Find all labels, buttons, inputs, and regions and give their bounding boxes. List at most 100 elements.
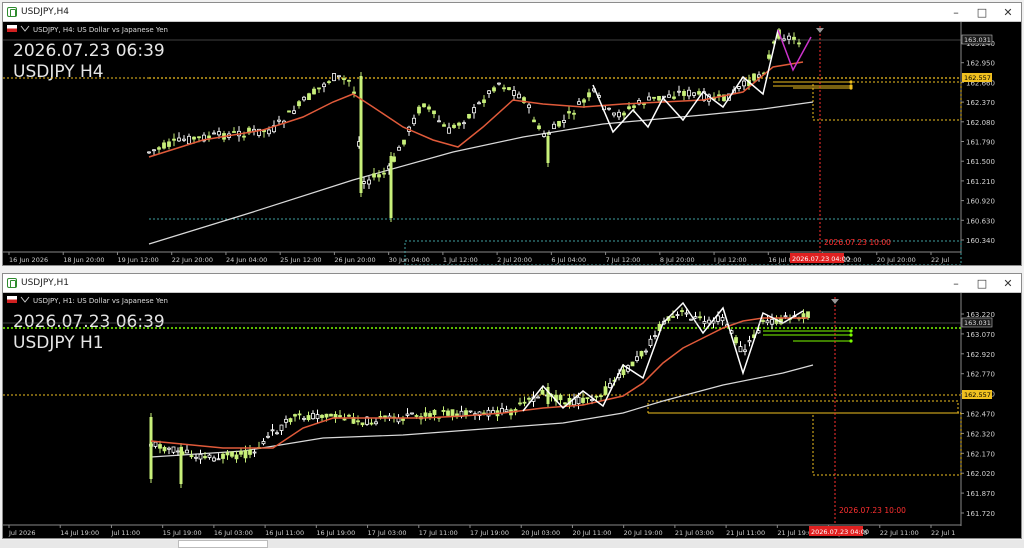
candle-body [590, 399, 594, 402]
price-label: 161.870 [966, 490, 995, 498]
candle-body [630, 361, 635, 367]
candle-body [320, 414, 324, 418]
bottom-tab[interactable] [178, 540, 268, 548]
candle-body [432, 110, 436, 115]
candle-body [212, 457, 216, 462]
candle-body [648, 338, 653, 346]
price-label: 160.340 [966, 237, 995, 245]
candle-body [266, 435, 270, 438]
candle-body [737, 86, 741, 89]
candle-body [482, 99, 486, 103]
time-label: 25 Jun 12:00 [280, 256, 321, 264]
candle-body [369, 422, 374, 425]
price-label: 162.770 [966, 371, 995, 379]
candle-body [497, 82, 501, 85]
minimize-icon[interactable]: – [943, 3, 969, 21]
candle-body [359, 76, 363, 193]
candle-body [287, 110, 291, 113]
chart-canvas[interactable]: USDJPY, H1: US Dollar vs Japanese Yen 202… [3, 293, 1021, 538]
candle-body [684, 312, 689, 315]
vline-label: 2026.07.23 10:00 [824, 238, 891, 247]
window-titlebar[interactable]: USDJPY,H1 – □ ✕ [3, 274, 1021, 293]
candle-body [402, 139, 406, 145]
time-badge-label: 2026.07.23 04:00 [811, 528, 869, 536]
candle-body [270, 429, 275, 432]
candle-body [239, 450, 243, 455]
window-title: USDJPY,H1 [21, 278, 69, 288]
candle-body [414, 415, 419, 417]
candle-body [792, 36, 796, 41]
time-label: 20 Jul 03:00 [521, 529, 560, 537]
candle-body [486, 409, 491, 417]
candle-body [507, 87, 511, 90]
window-titlebar[interactable]: USDJPY,H4 – □ ✕ [3, 3, 1021, 22]
chart-canvas[interactable]: USDJPY, H4: US Dollar vs Japanese Yen 202… [3, 22, 1021, 265]
candle-body [761, 320, 765, 322]
candle-body [527, 397, 531, 400]
minimize-icon[interactable]: – [943, 274, 969, 292]
candle-body [667, 94, 671, 98]
chart-window-h4[interactable]: USDJPY,H4 – □ ✕ USDJPY, H4: US Dollar vs… [2, 2, 1022, 266]
candle-body [675, 314, 680, 316]
price-label: 161.720 [966, 510, 995, 518]
candle-body [537, 125, 541, 130]
candle-body [457, 122, 461, 126]
candle-body [182, 138, 186, 141]
time-label: 1 Jul 12:00 [443, 256, 478, 264]
candle-body [192, 136, 196, 140]
candle-body [297, 101, 301, 107]
candle-body [152, 149, 156, 152]
candle-body [647, 96, 651, 101]
candle-body [689, 318, 693, 321]
candle-body [185, 449, 189, 454]
time-label: 22 Jun 20:00 [172, 256, 213, 264]
line-price-label: 162.557 [964, 74, 991, 82]
price-chart-h1[interactable]: USDJPY, H1: US Dollar vs Japanese Yen 202… [3, 293, 1021, 538]
price-label: 162.080 [966, 119, 995, 127]
close-icon[interactable]: ✕ [995, 3, 1021, 21]
candle-body [401, 418, 405, 421]
candle-body [697, 91, 701, 95]
chart-window-h1[interactable]: USDJPY,H1 – □ ✕ USDJPY, H1: US Dollar vs… [2, 273, 1022, 539]
candle-body [432, 409, 437, 415]
candle-body [216, 458, 221, 461]
candle-body [622, 112, 626, 116]
candle-body [562, 119, 566, 123]
candle-body [468, 410, 473, 413]
candle-body [671, 316, 675, 318]
candle-body [187, 135, 191, 145]
price-chart-h4[interactable]: USDJPY, H4: US Dollar vs Japanese Yen 202… [3, 22, 1021, 265]
close-icon[interactable]: ✕ [995, 274, 1021, 292]
candle-body [517, 93, 521, 99]
candle-body [162, 142, 166, 149]
time-label: 21 Jul 03:00 [675, 529, 714, 537]
candle-body [324, 413, 329, 418]
candle-body [594, 395, 599, 398]
candle-body [217, 131, 221, 136]
candle-body [687, 89, 691, 97]
candle-body [487, 90, 491, 94]
candle-body [212, 132, 216, 135]
candle-body [179, 447, 183, 484]
candle-body [427, 106, 431, 110]
candle-body [389, 156, 393, 218]
candle-body [546, 136, 550, 163]
candle-body [279, 424, 284, 431]
app-chart-icon [7, 7, 17, 17]
overlay-datetime: 2026.07.23 06:39 [13, 41, 165, 61]
overlay-symbol: USDJPY H4 [13, 62, 104, 82]
candle-body [522, 401, 527, 404]
maximize-icon[interactable]: □ [969, 274, 995, 292]
candle-body [477, 102, 481, 105]
candle-body [360, 422, 365, 426]
candle-body [582, 99, 586, 103]
candle-body [462, 122, 466, 125]
candle-body [452, 124, 456, 128]
candle-body [447, 127, 451, 134]
candle-body [464, 410, 468, 416]
candle-body [203, 456, 207, 459]
maximize-icon[interactable]: □ [969, 3, 995, 21]
candle-body [467, 114, 471, 119]
candle-body [577, 101, 581, 105]
time-label: Jul 2026 [8, 529, 35, 537]
